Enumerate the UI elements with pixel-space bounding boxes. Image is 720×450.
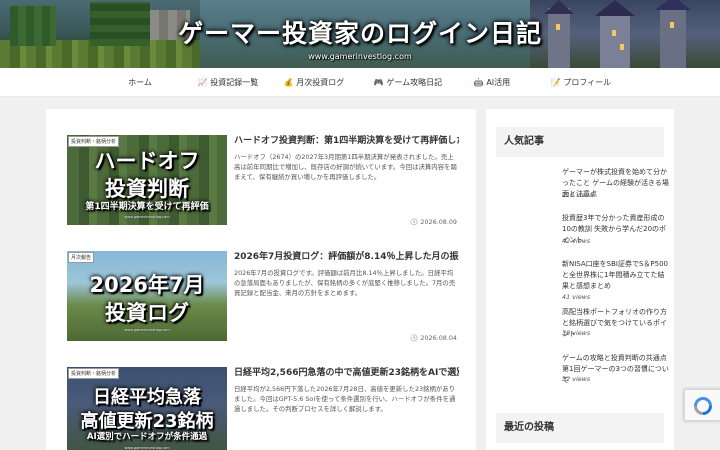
popular-post-thumbnail[interactable] — [496, 167, 554, 207]
thumbnail-heading: 2026年7月 — [89, 273, 205, 297]
recaptcha-badge[interactable] — [684, 389, 720, 421]
popular-post-views: 41 views — [562, 293, 591, 301]
thumbnail-subheading: AI選別でハードオフが条件通過 — [86, 432, 208, 442]
post-card[interactable]: 2026年7月 投資ログ www.gamerinvestlog.com 月次報告… — [67, 251, 459, 343]
clock-icon: 🕓 — [410, 218, 419, 226]
site-title[interactable]: ゲーマー投資家のログイン日記 — [150, 14, 570, 50]
site-header: ゲーマー投資家のログイン日記 www.gamerinvestlog.com — [0, 0, 720, 68]
nav-item-label: 💰 月次投資ログ — [283, 78, 345, 87]
post-snippet: 2026年7月の投資ログです。評価額は前月比8.14％上昇しました。日経平均の急… — [234, 269, 456, 297]
category-badge: 投資判断・銘柄分析 — [68, 368, 120, 379]
category-badge: 投資判断・銘柄分析 — [68, 136, 120, 147]
popular-post-title[interactable]: 新NISA口座をSBI証券でS＆P500と全世界株に1年間積み立てた結果と感想ま… — [562, 259, 670, 292]
thumbnail-heading: ハードオフ — [94, 149, 200, 173]
nav-item-profile[interactable]: 📝 プロフィール — [546, 68, 616, 97]
popular-post-thumbnail[interactable] — [496, 213, 554, 253]
site-url: www.gamerinvestlog.com — [308, 52, 412, 61]
thumbnail-subheading: 第1四半期決算を受けて再評価 — [85, 202, 209, 212]
thumbnail-heading: 日経平均急落 — [93, 387, 201, 408]
recaptcha-icon — [694, 397, 712, 415]
post-title[interactable]: 日経平均2,566円急落の中で高値更新23銘柄をAIで選別した結果を公開します — [234, 367, 459, 379]
post-title[interactable]: ハードオフ投資判断：第1四半期決算を受けて再評価した結果をまとめます — [234, 135, 459, 147]
post-date: 🕓 2026.08.04 — [410, 334, 457, 342]
post-list: ハードオフ 投資判断 第1四半期決算を受けて再評価 www.gamerinves… — [46, 109, 476, 450]
popular-widget-title: 人気記事 — [496, 127, 664, 157]
popular-post-item[interactable]: 高配当株ポートフォリオの作り方と銘柄選びで気をつけているポイント 39 view… — [496, 307, 667, 347]
popular-post-thumbnail[interactable] — [496, 307, 554, 347]
popular-post-item[interactable]: ゲーマーが株式投資を始めて分かったこと ゲームの経験が活きる場面と注意点 218… — [496, 167, 669, 207]
popular-post-thumbnail[interactable] — [496, 353, 554, 393]
post-thumbnail[interactable]: 日経平均急落 高値更新23銘柄 AI選別でハードオフが条件通過 www.game… — [67, 367, 227, 450]
nav-item-investment-records[interactable]: 📈 投資記録一覧 — [196, 68, 260, 97]
popular-post-item[interactable]: 新NISA口座をSBI証券でS＆P500と全世界株に1年間積み立てた結果と感想ま… — [496, 259, 668, 303]
clock-icon: 🕓 — [410, 334, 419, 342]
nav-item-monthly-log[interactable]: 💰 月次投資ログ — [282, 68, 346, 97]
thumbnail-heading: 投資ログ — [105, 301, 189, 325]
nav-item-label: 📝 プロフィール — [550, 78, 612, 87]
nav-item-ai[interactable]: 🤖 AI活用 — [470, 68, 514, 97]
recent-widget-title: 最近の投稿 — [496, 413, 664, 443]
nav-item-label: 🤖 AI活用 — [473, 78, 511, 87]
nav-item-game-diary[interactable]: 🎮 ゲーム攻略日記 — [370, 68, 446, 97]
nav-item-home[interactable]: ホーム — [118, 68, 162, 97]
post-card[interactable]: ハードオフ 投資判断 第1四半期決算を受けて再評価 www.gamerinves… — [67, 135, 459, 227]
post-title[interactable]: 2026年7月投資ログ：評価額が8.14％上昇した月の振り返りと今後の方針 — [234, 251, 459, 263]
popular-post-views: 42 views — [562, 237, 591, 245]
post-thumbnail[interactable]: 2026年7月 投資ログ www.gamerinvestlog.com 月次報告 — [67, 251, 227, 341]
popular-post-item[interactable]: ゲームの攻略と投資判断の共通点 第1回ゲーマーの3つの習慣について 32 vie… — [496, 353, 669, 393]
popular-post-views: 218 views — [562, 191, 595, 199]
category-badge: 月次報告 — [68, 252, 95, 263]
nav-item-label: 📈 投資記録一覧 — [197, 78, 259, 87]
post-card[interactable]: 日経平均急落 高値更新23銘柄 AI選別でハードオフが条件通過 www.game… — [67, 367, 459, 450]
sidebar: 人気記事 ゲーマーが株式投資を始めて分かったこと ゲームの経験が活きる場面と注意… — [486, 109, 674, 450]
popular-post-views: 39 views — [562, 329, 591, 337]
post-snippet: 日経平均が2,566円下落した2026年7月28日、高値を更新した23銘柄があり… — [234, 385, 456, 413]
post-date-value: 2026.08.09 — [420, 218, 457, 226]
popular-post-thumbnail[interactable] — [496, 259, 554, 299]
thumbnail-url: www.gamerinvestlog.com — [124, 446, 170, 450]
post-thumbnail[interactable]: ハードオフ 投資判断 第1四半期決算を受けて再評価 www.gamerinves… — [67, 135, 227, 225]
post-date-value: 2026.08.04 — [420, 334, 457, 342]
popular-post-item[interactable]: 投資歴3年で分かった資産形成の10の教訓 失敗から学んだ20のポイント 42 v… — [496, 213, 666, 253]
global-nav: ホーム 📈 投資記録一覧 💰 月次投資ログ 🎮 ゲーム攻略日記 🤖 AI活用 📝… — [0, 68, 720, 97]
nav-item-label: 🎮 ゲーム攻略日記 — [373, 78, 443, 87]
popular-post-views: 32 views — [562, 375, 591, 383]
post-snippet: ハードオフ（2674）の2027年3月期第1四半期決算が発表されました。売上高は… — [234, 153, 457, 181]
nav-item-label: ホーム — [128, 78, 152, 87]
post-date: 🕓 2026.08.09 — [410, 218, 457, 226]
thumbnail-url: www.gamerinvestlog.com — [124, 328, 170, 332]
thumbnail-url: www.gamerinvestlog.com — [124, 215, 170, 219]
